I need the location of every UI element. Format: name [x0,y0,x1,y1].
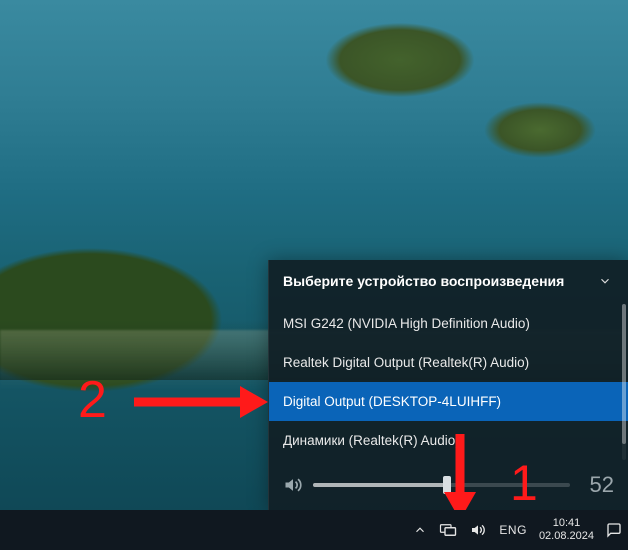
scrollbar-thumb[interactable] [622,304,626,444]
volume-thumb[interactable] [443,476,451,494]
device-label: Digital Output (DESKTOP-4LUIHFF) [283,394,501,409]
device-item[interactable]: Realtek Digital Output (Realtek(R) Audio… [269,343,628,382]
device-label: MSI G242 (NVIDIA High Definition Audio) [283,316,530,331]
tray-network-icon[interactable] [433,510,463,550]
flyout-title: Выберите устройство воспроизведения [283,273,564,289]
clock-date: 02.08.2024 [539,530,594,543]
volume-control: 52 [269,460,628,512]
flyout-header: Выберите устройство воспроизведения [269,260,628,304]
tray-notifications-icon[interactable] [600,510,628,550]
volume-slider[interactable] [313,483,570,487]
collapse-icon[interactable] [594,270,616,292]
device-list: MSI G242 (NVIDIA High Definition Audio) … [269,304,628,460]
device-label: Динамики (Realtek(R) Audio) [283,433,460,448]
taskbar: ENG 10:41 02.08.2024 [0,510,628,550]
device-label: Realtek Digital Output (Realtek(R) Audio… [283,355,529,370]
tray-clock[interactable]: 10:41 02.08.2024 [533,510,600,550]
clock-time: 10:41 [539,517,594,530]
language-label: ENG [499,523,527,537]
volume-fill [313,483,447,487]
tray-chevron-up-icon[interactable] [407,510,433,550]
audio-device-flyout: Выберите устройство воспроизведения MSI … [268,260,628,512]
speaker-icon[interactable] [283,475,303,495]
volume-value: 52 [580,472,614,498]
system-tray: ENG 10:41 02.08.2024 [407,510,628,550]
tray-volume-icon[interactable] [463,510,493,550]
device-item-selected[interactable]: Digital Output (DESKTOP-4LUIHFF) [269,382,628,421]
device-item[interactable]: MSI G242 (NVIDIA High Definition Audio) [269,304,628,343]
device-item[interactable]: Динамики (Realtek(R) Audio) [269,421,628,460]
tray-language[interactable]: ENG [493,510,533,550]
